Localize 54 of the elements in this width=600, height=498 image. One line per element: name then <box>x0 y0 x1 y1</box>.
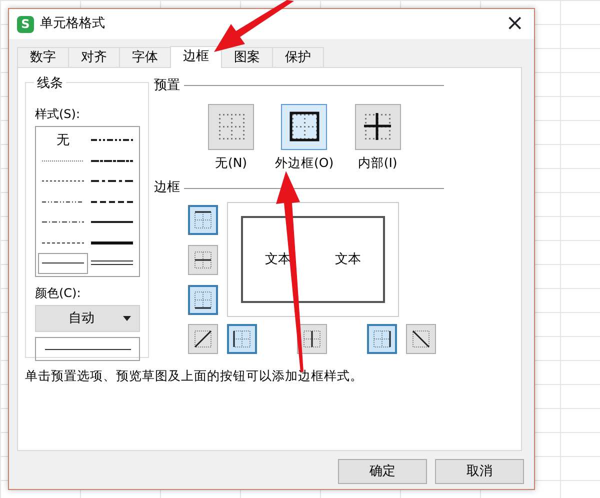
line-style-icon <box>91 178 134 184</box>
border-grid-icon <box>232 328 252 349</box>
preset-button[interactable] <box>354 104 401 150</box>
line-style-icon <box>91 219 134 226</box>
section-title: 边框 <box>154 179 180 198</box>
border-grid-icon <box>193 328 213 349</box>
line-style-icon <box>42 158 84 164</box>
border-toggle-button[interactable] <box>188 324 218 354</box>
caret-icon <box>122 316 130 321</box>
line-style-option[interactable] <box>38 253 88 274</box>
line-style-icon <box>42 240 84 246</box>
preset-label: 内部(I) <box>358 154 398 172</box>
border-toggle-button[interactable] <box>188 244 218 275</box>
section-title: 预置 <box>154 77 180 95</box>
dialog-button[interactable]: 取消 <box>435 459 524 484</box>
line-style-icon <box>44 348 130 350</box>
color-dropdown[interactable]: 自动 <box>35 305 140 332</box>
border-grid-icon <box>411 328 431 349</box>
border-grid-icon <box>302 328 322 349</box>
line-style-icon <box>91 260 134 266</box>
line-style-icon <box>42 260 84 266</box>
tab[interactable]: 边框 <box>170 46 222 68</box>
line-style-icon <box>91 240 134 246</box>
border-toggle-button[interactable] <box>188 284 218 315</box>
close-button[interactable]: × <box>506 13 524 35</box>
line-style-icon <box>42 178 84 184</box>
preset-button[interactable] <box>281 104 328 150</box>
border-toggle-button[interactable] <box>227 324 257 354</box>
line-style-icon <box>42 219 84 226</box>
border-grid-icon <box>372 328 392 349</box>
line-style-option[interactable]: 无 <box>38 130 88 150</box>
preset-label: 外边框(O) <box>275 154 334 172</box>
line-style-icon <box>42 198 84 205</box>
preview-text: 文本 <box>335 250 361 268</box>
window-title: 单元格格式 <box>40 15 106 34</box>
border-preview[interactable]: 文本 文本 <box>227 202 399 317</box>
line-style-icon <box>91 137 134 144</box>
tab[interactable]: 数字 <box>17 47 69 67</box>
border-toggle-button[interactable] <box>406 324 436 354</box>
preview-text: 文本 <box>265 250 291 268</box>
border-grid-icon <box>193 210 213 230</box>
preset-label: 无(N) <box>214 154 248 172</box>
hint-text: 单击预置选项、预览草图及上面的按钮可以添加边框样式。 <box>25 367 364 385</box>
border-grid-icon <box>193 250 213 270</box>
border-toggle-button[interactable] <box>188 204 218 235</box>
tab[interactable]: 保护 <box>272 47 324 67</box>
border-grid-icon <box>193 290 213 310</box>
border-toggle-button[interactable] <box>367 324 397 354</box>
app-icon: S <box>17 16 34 32</box>
style-label: 样式(S): <box>35 106 82 123</box>
line-style-icon <box>91 198 134 205</box>
color-label: 颜色(C): <box>35 285 82 302</box>
line-style-icon <box>91 158 134 164</box>
dialog-button[interactable]: 确定 <box>338 459 427 484</box>
